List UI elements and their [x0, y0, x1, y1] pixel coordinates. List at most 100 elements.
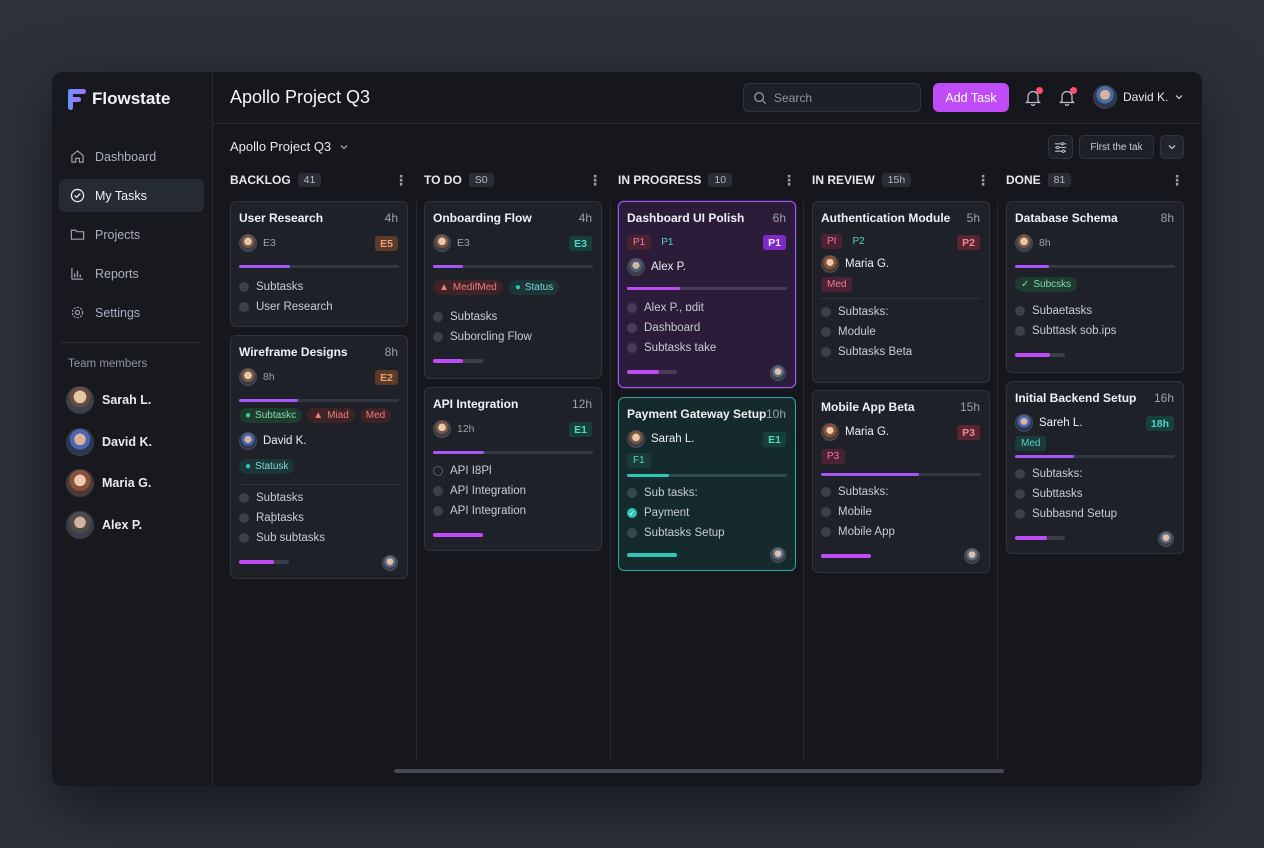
subtask-item[interactable]: Subttasks [1015, 488, 1175, 500]
subtask-label: Subtasks [450, 311, 498, 323]
subtask-item[interactable]: Dashboard [627, 322, 787, 334]
subtask-item[interactable]: User Research [239, 301, 399, 313]
subtask-item[interactable]: Mobile App [821, 526, 981, 538]
team-member[interactable]: David K. [66, 427, 152, 456]
sidebar-item-dashboard[interactable]: Dashboard [59, 140, 204, 173]
subtask-label: Suborcling Flow [450, 331, 532, 343]
subtask-item[interactable]: Mobile [821, 506, 981, 518]
user-menu[interactable]: David K. [1093, 85, 1184, 109]
team-member[interactable]: Maria G. [66, 469, 152, 497]
sidebar-item-label: Settings [95, 305, 141, 320]
subtask-label: Subtasks: [838, 486, 889, 498]
sidebar-item-label: My Tasks [95, 188, 147, 203]
search-input[interactable]: Search [743, 83, 921, 112]
sidebar-item-my-tasks[interactable]: My Tasks [59, 179, 204, 212]
view-dropdown-button[interactable] [1160, 135, 1184, 159]
task-card-database-schema[interactable]: Database Schema 8h 8h ✓ Subcsks Subaetask… [1006, 201, 1184, 373]
subtask-item[interactable]: Suborcling Flow [433, 331, 593, 343]
task-card-user-research[interactable]: User Research 4h E3 E5 Subtasks User Res… [230, 201, 408, 327]
sidebar-item-settings[interactable]: Settings [59, 296, 204, 329]
subtask-item[interactable]: Subtasks [433, 311, 593, 323]
task-card-wireframe-designs[interactable]: Wireframe Designs 8h 8h E2 ● Subtaskc ▲ Mi… [230, 335, 408, 579]
project-selector[interactable]: Apollo Project Q3 [230, 139, 349, 154]
card-tags: ● Subtaskc ▲ Miad Med [239, 408, 399, 423]
subtask-item[interactable]: Subtasks Setup [627, 527, 787, 539]
more-vertical-icon[interactable]: ⋮ [588, 172, 602, 189]
circle-icon [433, 506, 443, 516]
status-row: ● Statusk [239, 459, 399, 474]
subtask-item[interactable]: Module [821, 326, 981, 338]
sidebar-item-reports[interactable]: Reports [59, 257, 204, 290]
priority-badge: E2 [375, 370, 398, 385]
sidebar-item-projects[interactable]: Projects [59, 218, 204, 251]
avatar [964, 548, 980, 564]
progress-bar [433, 451, 593, 454]
task-card-payment-gateway-setup[interactable]: Payment Gateway Setup 10h Sarah L. E1 F1… [618, 397, 796, 571]
avatar [821, 255, 839, 273]
filter-button[interactable] [1048, 135, 1073, 159]
more-vertical-icon[interactable]: ⋮ [782, 172, 796, 189]
assignee-name: Sarah L. [651, 433, 695, 445]
priority-badge: E3 [569, 236, 592, 251]
team-member[interactable]: Alex P. [66, 510, 152, 539]
priority-row: F1 [627, 453, 787, 468]
more-vertical-icon[interactable]: ⋮ [394, 172, 408, 189]
assignee-name: Maria G. [845, 258, 890, 270]
subtask-label: Sub tasks: [644, 487, 698, 499]
task-card-api-integration[interactable]: API Integration 12h 12h E1 API I8Pl API … [424, 387, 602, 551]
priority-tag: P2 [852, 236, 865, 247]
subtask-item[interactable]: Subaetasks [1015, 305, 1175, 317]
tag-row: Med [1015, 436, 1175, 451]
subtask-item[interactable]: Subtasks [239, 281, 399, 293]
member-name: Sarah L. [102, 393, 152, 407]
team-member[interactable]: Sarah L. [66, 386, 152, 414]
hours-badge: 18h [1145, 416, 1174, 431]
alerts-bell-icon[interactable] [1058, 87, 1077, 107]
brand[interactable]: Flowstate [68, 88, 170, 110]
more-vertical-icon[interactable]: ⋮ [976, 172, 990, 189]
team-members-heading: Team members [68, 358, 148, 370]
task-card-mobile-app-beta[interactable]: Mobile App Beta 15h Maria G. P3 P3 Subta… [812, 390, 990, 573]
subtask-item[interactable]: Sub tasks: [627, 487, 787, 499]
task-card-dashboard-ui-polish[interactable]: Dashboard UI Polish 6h P1 P1 P1 Alex P. … [618, 201, 796, 388]
priority-badge: P3 [957, 425, 980, 440]
subtask-item[interactable]: Subttask sob.ips [1015, 325, 1175, 337]
mini-progress-fill [821, 554, 871, 558]
subtask-item[interactable]: API I8Pl [433, 465, 593, 477]
subtask-item[interactable]: Subtasks take [627, 342, 787, 354]
subtask-item[interactable]: API Integration [433, 505, 593, 517]
member-name: Alex P. [102, 517, 143, 532]
home-icon [69, 149, 85, 165]
add-task-button[interactable]: Add Task [933, 83, 1009, 112]
task-card-onboarding-flow[interactable]: Onboarding Flow 4h E3 E3 ▲ MedifMed ● Stat… [424, 201, 602, 379]
subtask-item[interactable]: Subtasks [239, 492, 399, 504]
subtask-item[interactable]: ✓ Payment [627, 507, 787, 519]
mini-progress [627, 553, 677, 557]
subtask-item[interactable]: Raþtasks [239, 512, 399, 524]
card-hours: 12h [571, 397, 592, 411]
subtask-item[interactable]: API Integration [433, 485, 593, 497]
subtask-item[interactable]: Subtasks Beta [821, 346, 981, 358]
subtask-item[interactable]: Subtasks: [821, 486, 981, 498]
subtask-label: Subaetasks [1032, 305, 1093, 317]
subtask-item[interactable]: Sub subtasks [239, 532, 399, 544]
subtask-item[interactable]: Subtasks: [821, 306, 981, 318]
filter-text-button[interactable]: Flrst the tak [1079, 135, 1154, 159]
tag: Med [1015, 436, 1047, 451]
subtask-item[interactable]: Alex P., ɒdit [627, 302, 787, 314]
priority-tag: P3 [821, 449, 846, 464]
column-header-in-review: IN REVIEW 15h ⋮ [812, 170, 990, 190]
notifications-bell-icon[interactable] [1024, 87, 1043, 107]
column-count: 41 [297, 173, 322, 187]
subtask-item[interactable]: Subtasks: [1015, 468, 1175, 480]
mini-progress-fill [433, 359, 463, 363]
horizontal-scrollbar[interactable] [394, 769, 1004, 773]
more-vertical-icon[interactable]: ⋮ [1170, 172, 1184, 189]
column-count: 10 [708, 173, 733, 187]
progress-bar [821, 473, 981, 476]
subtask-item[interactable]: Subbasnd Setup [1015, 508, 1175, 520]
column-title: BACKLOG [230, 173, 291, 187]
task-card-authentication-module[interactable]: Authentication Module 5h PI P2 P2 Maria … [812, 201, 990, 383]
task-card-initial-backend-setup[interactable]: Initial Backend Setup 16h Sareh L. 18h M… [1006, 381, 1184, 554]
card-title: Database Schema [1015, 211, 1118, 225]
